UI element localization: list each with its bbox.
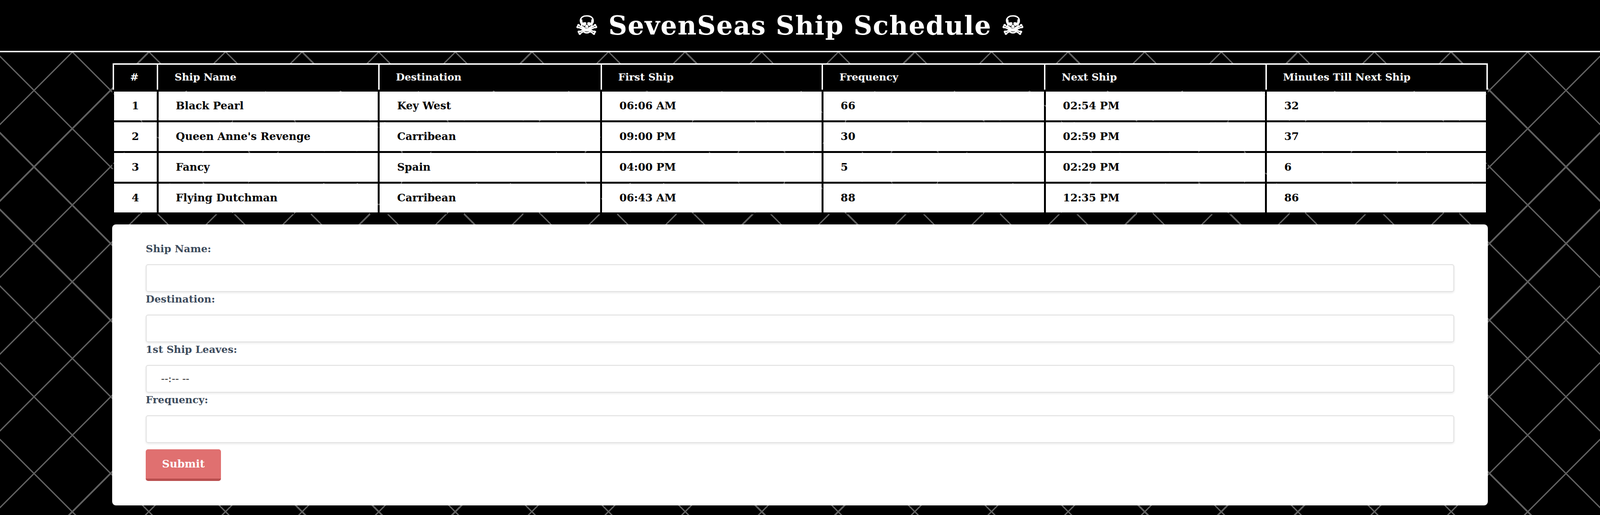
table-cell: 66 [822, 90, 1045, 122]
table-cell: 02:59 PM [1044, 121, 1267, 152]
field-input[interactable] [145, 314, 1455, 343]
field-label: 1st Ship Leaves: [145, 342, 1455, 357]
table-row: 4Flying DutchmanCarribean06:43 AM8812:35… [113, 182, 1487, 214]
field-input[interactable] [145, 364, 1455, 393]
table-cell: 6 [1265, 151, 1487, 183]
column-header: Next Ship [1044, 64, 1267, 91]
table-cell: Black Pearl [157, 90, 380, 122]
app: ☠ SevenSeas Ship Schedule ☠#Ship NameDes… [0, 0, 1600, 515]
add-ship-form: Ship Name: Destination: 1st Ship Leaves: Fr… [112, 224, 1488, 506]
table-cell: 09:00 PM [601, 121, 823, 152]
table-cell: 06:43 AM [601, 182, 823, 214]
schedule-table: #Ship NameDestinationFirst ShipFrequency… [112, 63, 1488, 215]
form-field: 1st Ship Leaves: [145, 342, 1455, 393]
table-cell: 06:06 AM [601, 90, 823, 122]
table-cell: 32 [1265, 90, 1487, 122]
form-field: Destination: [145, 291, 1455, 343]
table-cell: 5 [822, 151, 1045, 183]
form-field: Ship Name: [145, 241, 1455, 292]
table-cell: Queen Anne's Revenge [157, 121, 380, 152]
table-cell: Spain [378, 151, 602, 183]
field-input[interactable] [145, 415, 1455, 443]
table-cell: 02:29 PM [1044, 151, 1267, 183]
field-input[interactable] [145, 264, 1455, 292]
page-header: ☠ SevenSeas Ship Schedule ☠ [0, 0, 1600, 53]
column-header: Ship Name [157, 64, 380, 91]
content: #Ship NameDestinationFirst ShipFrequency… [0, 52, 1600, 506]
table-row: 2Queen Anne's RevengeCarribean09:00 PM30… [113, 121, 1487, 152]
table-cell: Carribean [378, 182, 602, 214]
column-header: Destination [378, 64, 602, 91]
table-header-row: #Ship NameDestinationFirst ShipFrequency… [113, 64, 1487, 91]
table-row: 3FancySpain04:00 PM502:29 PM6 [113, 151, 1487, 183]
table-cell: 1 [113, 90, 158, 122]
table-cell: 37 [1265, 121, 1487, 152]
submit-button[interactable]: Submit [145, 449, 221, 481]
field-label: Ship Name: [145, 241, 1455, 256]
table-cell: Carribean [378, 121, 602, 152]
table-cell: 4 [113, 182, 158, 214]
table-cell: 2 [113, 121, 158, 152]
table-cell: 86 [1265, 182, 1487, 214]
table-cell: Key West [378, 90, 602, 122]
table-cell: 02:54 PM [1044, 90, 1267, 122]
table-cell: 30 [822, 121, 1045, 152]
table-cell: 12:35 PM [1044, 182, 1267, 214]
table-cell: Fancy [157, 151, 380, 183]
column-header: Minutes Till Next Ship [1265, 64, 1487, 91]
table-cell: 3 [113, 151, 158, 183]
table-row: 1Black PearlKey West06:06 AM6602:54 PM32 [113, 90, 1487, 122]
form-field: Frequency: [145, 392, 1455, 443]
table-body: 1Black PearlKey West06:06 AM6602:54 PM32… [113, 90, 1487, 214]
table-cell: 04:00 PM [601, 151, 823, 183]
table-cell: 88 [822, 182, 1045, 214]
table-cell: Flying Dutchman [157, 182, 380, 214]
column-header: Frequency [822, 64, 1045, 91]
field-label: Destination: [145, 291, 1455, 307]
column-header: First Ship [601, 64, 823, 91]
submit-row: Submit [145, 442, 1455, 481]
page-title: ☠ SevenSeas Ship Schedule ☠ [575, 12, 1026, 39]
column-header: # [113, 64, 158, 91]
table-head: #Ship NameDestinationFirst ShipFrequency… [113, 64, 1487, 91]
field-label: Frequency: [145, 392, 1455, 407]
